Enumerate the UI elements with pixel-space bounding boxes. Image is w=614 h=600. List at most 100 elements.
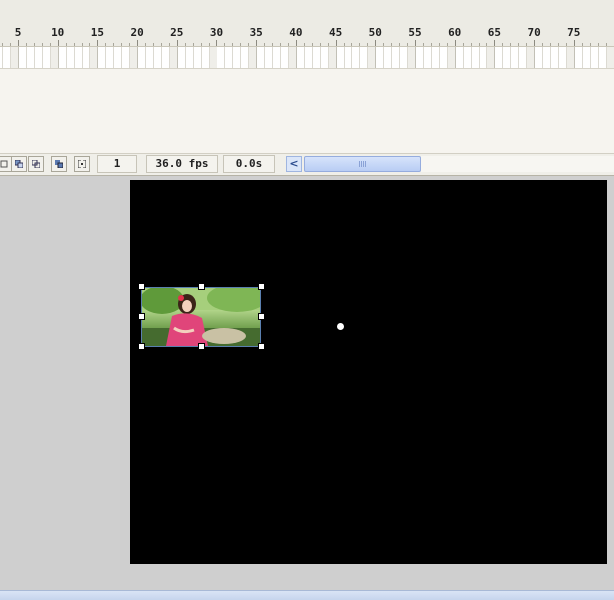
modify-onion-markers-button[interactable] [74, 156, 90, 172]
ruler-tick [161, 43, 162, 46]
frame-cell-shade [51, 47, 58, 68]
frame-cell-divider [558, 47, 559, 68]
resize-handle-bottom-left[interactable] [138, 343, 145, 350]
ruler-tick [479, 43, 480, 46]
ruler-tick [336, 40, 337, 46]
ruler-tick [216, 40, 217, 46]
ruler-tick [10, 43, 11, 46]
ruler-tick [431, 43, 432, 46]
timeline-scroll-thumb[interactable] [304, 156, 421, 172]
resize-handle-left[interactable] [138, 313, 145, 320]
ruler-tick [193, 43, 194, 46]
frame-cell-shade [289, 47, 296, 68]
frame-cell-divider [97, 47, 98, 68]
ruler-tick [415, 40, 416, 46]
ruler-tick [42, 43, 43, 46]
frame-cell-divider [296, 47, 297, 68]
ruler-tick [256, 40, 257, 46]
ruler-tick [280, 43, 281, 46]
frame-ruler[interactable]: 5 10 15 20 25 30 35 40 45 50 55 60 65 70 75 [0, 24, 614, 47]
frame-cell-divider [351, 47, 352, 68]
flash-editor-window: 5 10 15 20 25 30 35 40 45 50 55 60 65 70 75 [0, 0, 614, 600]
timeline-header-strip [0, 0, 614, 24]
edit-multiple-frames-icon [55, 160, 63, 168]
onion-skin-outlines-button[interactable] [28, 156, 44, 172]
frame-cell-divider [153, 47, 154, 68]
frame-cell-divider [58, 47, 59, 68]
resize-handle-top-left[interactable] [138, 283, 145, 290]
frame-cell-divider [113, 47, 114, 68]
pasteboard[interactable] [0, 176, 614, 590]
transform-point[interactable] [337, 323, 344, 330]
stage[interactable] [130, 180, 607, 564]
layer-frames-row[interactable] [0, 47, 614, 69]
ruler-tick [494, 40, 495, 46]
ruler-tick [2, 43, 3, 46]
ruler-tick [574, 40, 575, 46]
ruler-tick [359, 43, 360, 46]
ruler-tick [383, 43, 384, 46]
resize-handle-bottom[interactable] [198, 343, 205, 350]
photo-thumbnail-icon [142, 288, 260, 346]
ruler-tick [272, 43, 273, 46]
ruler-tick [542, 43, 543, 46]
ruler-tick [455, 40, 456, 46]
frame-cell-shade [130, 47, 137, 68]
scroll-grip-icon [359, 161, 367, 167]
frame-cell-divider [494, 47, 495, 68]
ruler-label: 20 [130, 26, 144, 39]
ruler-tick [304, 43, 305, 46]
center-frame-icon [0, 160, 8, 168]
frame-cell-divider [161, 47, 162, 68]
frame-cell-divider [121, 47, 122, 68]
selected-bitmap[interactable] [138, 283, 265, 350]
ruler-tick [74, 43, 75, 46]
frame-cell-divider [177, 47, 178, 68]
ruler-tick [312, 43, 313, 46]
frame-cell-divider [232, 47, 233, 68]
frame-cell-shade [368, 47, 375, 68]
ruler-tick [240, 43, 241, 46]
ruler-tick [550, 43, 551, 46]
frame-cell-divider [423, 47, 424, 68]
ruler-tick [344, 43, 345, 46]
frame-rate-field[interactable]: 36.0 fps [146, 155, 218, 173]
frame-cell-divider [185, 47, 186, 68]
timeline-status-bar: 1 36.0 fps 0.0s < [0, 153, 614, 176]
scroll-left-button[interactable]: < [286, 156, 302, 172]
resize-handle-top[interactable] [198, 283, 205, 290]
modify-onion-markers-icon [78, 160, 86, 168]
frame-cell-shade [527, 47, 534, 68]
ruler-tick [18, 40, 19, 46]
ruler-tick [26, 43, 27, 46]
ruler-tick [129, 43, 130, 46]
ruler-tick [351, 43, 352, 46]
onion-skin-button[interactable] [11, 156, 27, 172]
ruler-tick [58, 40, 59, 46]
timeline-layers-area[interactable] [0, 69, 614, 153]
frame-cell-divider [455, 47, 456, 68]
ruler-tick [121, 43, 122, 46]
ruler-tick [606, 43, 607, 46]
frame-cell-divider [582, 47, 583, 68]
resize-handle-right[interactable] [258, 313, 265, 320]
ruler-label: 45 [328, 26, 343, 39]
ruler-label: 60 [448, 26, 462, 39]
ruler-label: 40 [289, 26, 303, 39]
ruler-tick [232, 43, 233, 46]
ruler-tick [145, 43, 146, 46]
resize-handle-bottom-right[interactable] [258, 343, 265, 350]
ruler-tick [177, 40, 178, 46]
ruler-tick [590, 43, 591, 46]
frame-cell-divider [344, 47, 345, 68]
frame-cell-divider [415, 47, 416, 68]
ruler-tick [185, 43, 186, 46]
ruler-label: 65 [487, 26, 502, 39]
resize-handle-top-right[interactable] [258, 283, 265, 290]
edit-multiple-frames-button[interactable] [51, 156, 67, 172]
ruler-tick [201, 43, 202, 46]
timeline-scroll-track[interactable] [421, 156, 614, 172]
frame-cell-divider [534, 47, 535, 68]
frame-cell-divider [280, 47, 281, 68]
ruler-tick [50, 43, 51, 46]
